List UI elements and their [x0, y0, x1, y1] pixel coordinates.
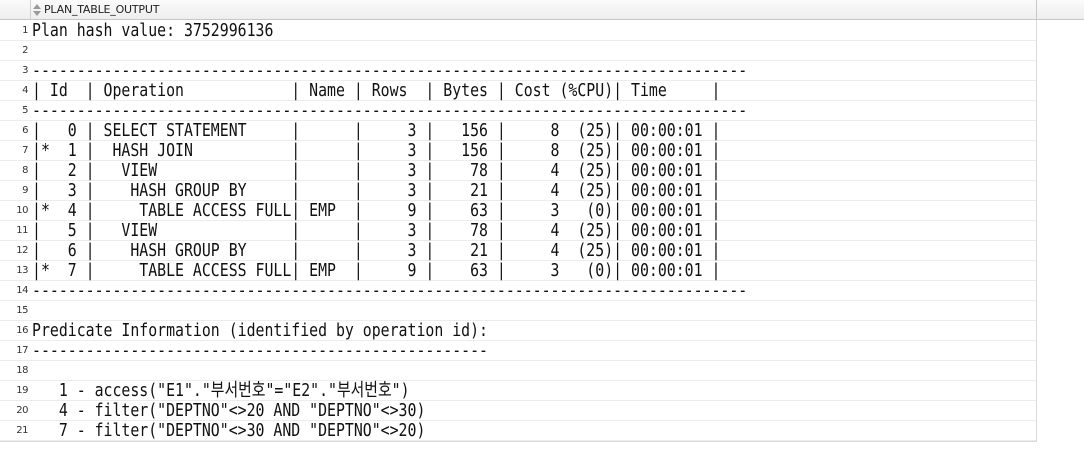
table-row[interactable]: 5 ---------------------------------------…: [0, 101, 1036, 121]
table-row[interactable]: 4 | Id | Operation | Name | Rows | Bytes …: [0, 81, 1036, 101]
row-number[interactable]: 16: [0, 321, 28, 340]
row-number[interactable]: 4: [0, 81, 28, 100]
table-row[interactable]: 11 | 5 | VIEW | | 3 | 78 | 4 (25)| 00:00:…: [0, 221, 1036, 241]
row-number[interactable]: 18: [0, 361, 28, 380]
row-number[interactable]: 6: [0, 121, 28, 140]
row-number[interactable]: 12: [0, 241, 28, 260]
table-row[interactable]: 14 --------------------------------------…: [0, 281, 1036, 301]
row-number[interactable]: 2: [0, 41, 28, 60]
plan-output-cell[interactable]: |* 1 | HASH JOIN | | 3 | 156 | 8 (25)| 0…: [32, 141, 720, 161]
column-header-plan-table-output[interactable]: PLAN_TABLE_OUTPUT: [30, 0, 1037, 19]
plan-output-cell[interactable]: 7 - filter("DEPTNO"<>30 AND "DEPTNO"<>20…: [32, 421, 426, 441]
plan-output-cell[interactable]: Predicate Information (identified by ope…: [32, 321, 488, 341]
row-number[interactable]: 21: [0, 421, 28, 440]
row-number[interactable]: 17: [0, 341, 28, 360]
plan-output-cell[interactable]: ----------------------------------------…: [32, 61, 747, 81]
row-number-header[interactable]: [0, 0, 31, 19]
plan-output-cell[interactable]: | 6 | HASH GROUP BY | | 3 | 21 | 4 (25)|…: [32, 241, 720, 261]
table-row[interactable]: 20 4 - filter("DEPTNO"<>20 AND "DEPTNO"<…: [0, 401, 1036, 421]
table-row[interactable]: 16 Predicate Information (identified by o…: [0, 321, 1036, 341]
table-row[interactable]: 19 1 - access("E1"."부서번호"="E2"."부서번호"): [0, 381, 1036, 401]
row-number[interactable]: 15: [0, 301, 28, 320]
plan-output-cell[interactable]: | 3 | HASH GROUP BY | | 3 | 21 | 4 (25)|…: [32, 181, 720, 201]
table-row[interactable]: 18: [0, 361, 1036, 381]
plan-output-cell[interactable]: |* 7 | TABLE ACCESS FULL| EMP | 9 | 63 |…: [32, 261, 720, 281]
table-row[interactable]: 8 | 2 | VIEW | | 3 | 78 | 4 (25)| 00:00:0…: [0, 161, 1036, 181]
row-number[interactable]: 9: [0, 181, 28, 200]
plan-output-cell[interactable]: ----------------------------------------…: [32, 101, 747, 121]
table-row[interactable]: 10 |* 4 | TABLE ACCESS FULL| EMP | 9 | 63…: [0, 201, 1036, 221]
plan-output-cell[interactable]: | 2 | VIEW | | 3 | 78 | 4 (25)| 00:00:01…: [32, 161, 720, 181]
table-row[interactable]: 3 ---------------------------------------…: [0, 61, 1036, 81]
row-number[interactable]: 20: [0, 401, 28, 420]
row-number[interactable]: 13: [0, 261, 28, 280]
plan-output-cell[interactable]: Plan hash value: 3752996136: [32, 21, 273, 41]
table-row[interactable]: 6 | 0 | SELECT STATEMENT | | 3 | 156 | 8 …: [0, 121, 1036, 141]
plan-output-cell[interactable]: | 5 | VIEW | | 3 | 78 | 4 (25)| 00:00:01…: [32, 221, 720, 241]
table-row[interactable]: 12 | 6 | HASH GROUP BY | | 3 | 21 | 4 (25…: [0, 241, 1036, 261]
table-row[interactable]: 15: [0, 301, 1036, 321]
table-row[interactable]: 9 | 3 | HASH GROUP BY | | 3 | 21 | 4 (25)…: [0, 181, 1036, 201]
row-number[interactable]: 5: [0, 101, 28, 120]
plan-output-cell[interactable]: 1 - access("E1"."부서번호"="E2"."부서번호"): [32, 381, 410, 401]
row-number[interactable]: 10: [0, 201, 28, 220]
plan-output-cell[interactable]: | Id | Operation | Name | Rows | Bytes |…: [32, 81, 720, 101]
row-number[interactable]: 11: [0, 221, 28, 240]
row-number[interactable]: 7: [0, 141, 28, 160]
row-number[interactable]: 8: [0, 161, 28, 180]
grid-body: 1 Plan hash value: 3752996136 2 3 ----------…: [0, 21, 1036, 441]
table-row[interactable]: 13 |* 7 | TABLE ACCESS FULL| EMP | 9 | 63…: [0, 261, 1036, 281]
table-row[interactable]: 7 |* 1 | HASH JOIN | | 3 | 156 | 8 (25)| …: [0, 141, 1036, 161]
grid-header: PLAN_TABLE_OUTPUT: [0, 0, 1084, 20]
plan-output-cell[interactable]: ----------------------------------------…: [32, 281, 747, 301]
row-number[interactable]: 3: [0, 61, 28, 80]
row-number[interactable]: 14: [0, 281, 28, 300]
plan-output-cell[interactable]: 4 - filter("DEPTNO"<>20 AND "DEPTNO"<>30…: [32, 401, 426, 421]
sort-icon[interactable]: [31, 3, 43, 17]
plan-output-cell[interactable]: |* 4 | TABLE ACCESS FULL| EMP | 9 | 63 |…: [32, 201, 720, 221]
row-number[interactable]: 1: [0, 21, 28, 40]
plan-output-cell[interactable]: | 0 | SELECT STATEMENT | | 3 | 156 | 8 (…: [32, 121, 720, 141]
table-row[interactable]: 17 --------------------------------------…: [0, 341, 1036, 361]
plan-output-cell[interactable]: ----------------------------------------…: [32, 341, 488, 361]
table-row[interactable]: 21 7 - filter("DEPTNO"<>30 AND "DEPTNO"<…: [0, 421, 1036, 441]
column-header-label: PLAN_TABLE_OUTPUT: [44, 3, 160, 16]
table-row[interactable]: 2: [0, 41, 1036, 61]
row-number[interactable]: 19: [0, 381, 28, 400]
table-row[interactable]: 1 Plan hash value: 3752996136: [0, 21, 1036, 41]
